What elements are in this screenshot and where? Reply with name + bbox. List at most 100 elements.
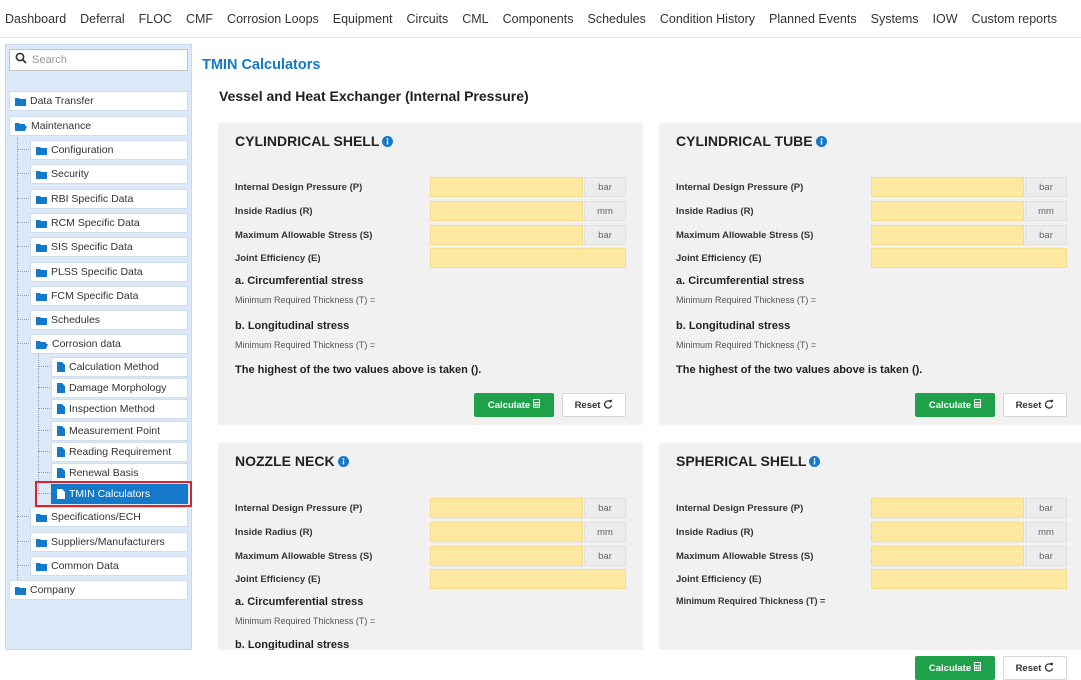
label-radius: Inside Radius (R)	[235, 527, 313, 538]
nav-custom-reports[interactable]: Custom reports	[972, 12, 1057, 26]
refresh-icon	[1041, 662, 1054, 675]
unit-label: bar	[1025, 225, 1067, 245]
min-thickness-result: Minimum Required Thickness (T) =	[676, 295, 817, 305]
refresh-icon	[1041, 399, 1054, 412]
tree-item-inspection-method[interactable]: Inspection Method	[51, 399, 188, 419]
search-input[interactable]	[32, 54, 182, 66]
efficiency-input[interactable]	[871, 248, 1067, 268]
highest-note: The highest of the two values above is t…	[676, 364, 923, 376]
nav-cmf[interactable]: CMF	[186, 12, 213, 26]
tree-connector	[17, 343, 31, 344]
tree-item-damage-morphology[interactable]: Damage Morphology	[51, 378, 188, 398]
folder-icon	[36, 513, 47, 522]
stress-input[interactable]	[871, 225, 1024, 245]
tree-item-maintenance[interactable]: Maintenance	[9, 116, 188, 136]
label-stress: Maximum Allowable Stress (S)	[676, 230, 814, 241]
tree-item-fcm[interactable]: FCM Specific Data	[30, 286, 188, 306]
efficiency-input[interactable]	[430, 248, 626, 268]
tree-item-suppliers[interactable]: Suppliers/Manufacturers	[30, 532, 188, 552]
radius-input[interactable]	[430, 522, 583, 542]
folder-icon	[15, 586, 26, 595]
info-icon[interactable]	[815, 135, 827, 147]
tree-item-label: Reading Requirement	[69, 446, 172, 458]
unit-label: bar	[584, 546, 626, 566]
circumferential-heading: a. Circumferential stress	[676, 275, 805, 287]
tree-connector	[17, 173, 31, 174]
calculate-label: Calculate	[928, 662, 972, 674]
tree-item-calculation-method[interactable]: Calculation Method	[51, 357, 188, 377]
panel-title: SPHERICAL SHELL	[676, 453, 821, 469]
tree-connector	[17, 198, 31, 199]
search-box[interactable]	[9, 49, 188, 71]
tree-item-label: FCM Specific Data	[51, 290, 139, 302]
tree-item-rbi[interactable]: RBI Specific Data	[30, 189, 188, 209]
tree-item-data-transfer[interactable]: Data Transfer	[9, 91, 188, 111]
circumferential-heading: a. Circumferential stress	[235, 275, 364, 287]
unit-label: bar	[584, 177, 626, 197]
tree-item-plss[interactable]: PLSS Specific Data	[30, 262, 188, 282]
nav-floc[interactable]: FLOC	[139, 12, 172, 26]
unit-label: bar	[584, 498, 626, 518]
reset-button[interactable]: Reset	[562, 393, 626, 417]
nav-iow[interactable]: IOW	[933, 12, 958, 26]
panel-title: NOZZLE NECK	[235, 453, 349, 469]
tree-connector	[38, 387, 52, 388]
pressure-input[interactable]	[430, 498, 583, 518]
info-icon[interactable]	[382, 135, 394, 147]
info-icon[interactable]	[337, 455, 349, 467]
tree-item-reading-requirement[interactable]: Reading Requirement	[51, 442, 188, 462]
pressure-input[interactable]	[871, 498, 1024, 518]
highlight-box	[35, 481, 192, 507]
panel-title: CYLINDRICAL SHELL	[235, 133, 394, 149]
tree-item-configuration[interactable]: Configuration	[30, 140, 188, 160]
nav-circuits[interactable]: Circuits	[407, 12, 449, 26]
calculate-button[interactable]: Calculate	[915, 656, 995, 680]
nav-deferral[interactable]: Deferral	[80, 12, 124, 26]
nav-corrosion-loops[interactable]: Corrosion Loops	[227, 12, 319, 26]
tree-item-company[interactable]: Company	[9, 580, 188, 600]
unit-label: mm	[1025, 522, 1067, 542]
radius-input[interactable]	[871, 522, 1024, 542]
tree-item-security[interactable]: Security	[30, 164, 188, 184]
efficiency-input[interactable]	[871, 569, 1067, 589]
nav-components[interactable]: Components	[503, 12, 574, 26]
tree-item-corrosion-data[interactable]: Corrosion data	[30, 334, 188, 354]
nav-planned-events[interactable]: Planned Events	[769, 12, 857, 26]
info-icon[interactable]	[809, 455, 821, 467]
label-efficiency: Joint Efficiency (E)	[235, 253, 321, 264]
tree-item-sis[interactable]: SIS Specific Data	[30, 237, 188, 257]
stress-input[interactable]	[871, 546, 1024, 566]
search-icon	[15, 51, 27, 69]
file-icon	[57, 383, 65, 393]
tree-item-renewal-basis[interactable]: Renewal Basis	[51, 463, 188, 483]
reset-label: Reset	[1015, 399, 1042, 411]
radius-input[interactable]	[430, 201, 583, 221]
folder-icon	[36, 538, 47, 547]
tree-item-rcm[interactable]: RCM Specific Data	[30, 213, 188, 233]
nav-equipment[interactable]: Equipment	[333, 12, 393, 26]
label-stress: Maximum Allowable Stress (S)	[235, 551, 373, 562]
stress-input[interactable]	[430, 225, 583, 245]
nav-dashboard[interactable]: Dashboard	[5, 12, 66, 26]
tree-item-specifications[interactable]: Specifications/ECH	[30, 507, 188, 527]
tree-connector	[38, 353, 39, 491]
nav-condition-history[interactable]: Condition History	[660, 12, 755, 26]
efficiency-input[interactable]	[430, 569, 626, 589]
pressure-input[interactable]	[871, 177, 1024, 197]
nav-systems[interactable]: Systems	[871, 12, 919, 26]
radius-input[interactable]	[871, 201, 1024, 221]
tree-item-common-data[interactable]: Common Data	[30, 556, 188, 576]
reset-button[interactable]: Reset	[1003, 393, 1067, 417]
reset-button[interactable]: Reset	[1003, 656, 1067, 680]
calculate-button[interactable]: Calculate	[474, 393, 554, 417]
tree-item-label: RCM Specific Data	[51, 217, 140, 229]
calculate-button[interactable]: Calculate	[915, 393, 995, 417]
tree-item-schedules[interactable]: Schedules	[30, 310, 188, 330]
stress-input[interactable]	[430, 546, 583, 566]
tree-item-measurement-point[interactable]: Measurement Point	[51, 421, 188, 441]
nav-cml[interactable]: CML	[462, 12, 488, 26]
tree-item-label: SIS Specific Data	[51, 241, 133, 253]
calculate-label: Calculate	[928, 399, 972, 411]
pressure-input[interactable]	[430, 177, 583, 197]
nav-schedules[interactable]: Schedules	[587, 12, 645, 26]
